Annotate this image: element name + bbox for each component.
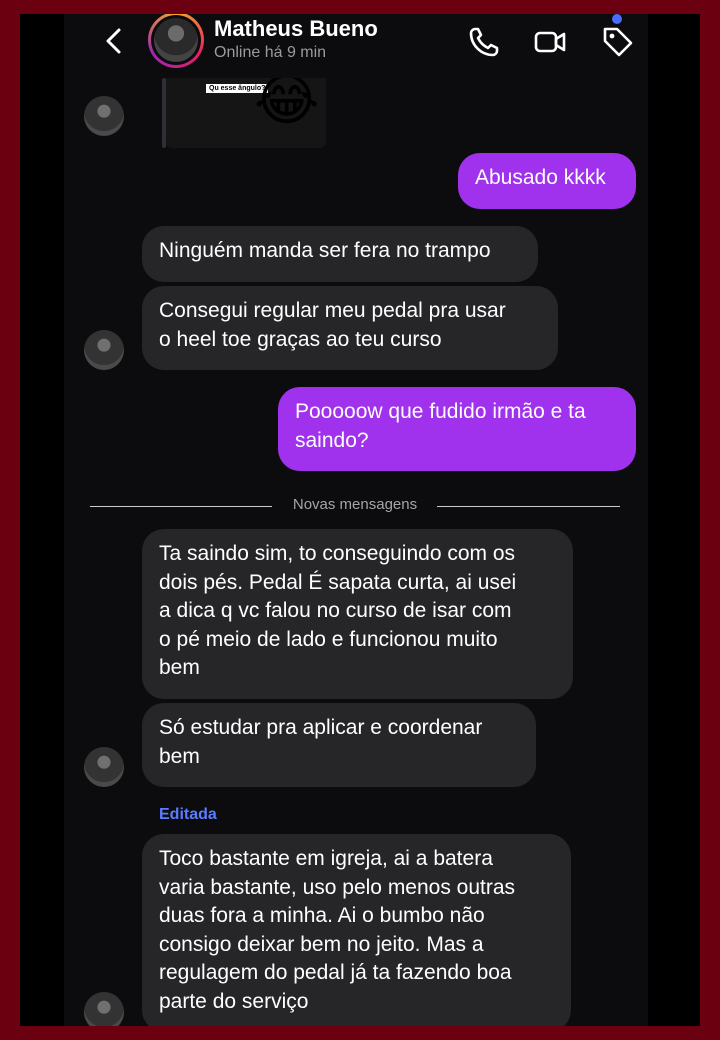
message-bubble-incoming[interactable]: Toco bastante em igreja, ai a batera var… [142, 834, 571, 1026]
message-bubble-outgoing[interactable]: Abusado kkkk [458, 153, 636, 209]
back-icon[interactable] [100, 26, 128, 56]
notification-dot [612, 14, 622, 24]
message-bubble-incoming[interactable]: Ninguém manda ser fera no trampo [142, 226, 538, 282]
avatar[interactable] [84, 992, 124, 1026]
contact-status: Online há 9 min [214, 44, 327, 61]
contact-avatar[interactable] [148, 14, 204, 68]
chat-header: Matheus Bueno Online há 9 min [64, 14, 648, 78]
phone-icon[interactable] [466, 24, 502, 60]
laughing-emoji: 😂 [254, 68, 320, 131]
video-icon[interactable] [532, 24, 568, 60]
message-bubble-outgoing[interactable]: Pooooow que fudido irmão e ta saindo? [278, 387, 636, 471]
divider-label: Novas mensagens [292, 496, 418, 513]
screenshot-frame: Qu esse ângulo? 😂 Abusado kkkk Ninguém m… [20, 14, 700, 1026]
tag-icon[interactable] [600, 24, 636, 60]
contact-name[interactable]: Matheus Bueno [214, 16, 378, 42]
message-bubble-incoming[interactable]: Só estudar pra aplicar e coordenar bem [142, 703, 536, 787]
message-bubble-incoming[interactable]: Consegui regular meu pedal pra usar o he… [142, 286, 558, 370]
edited-label: Editada [159, 806, 217, 823]
avatar[interactable] [84, 747, 124, 787]
new-messages-divider: Novas mensagens [90, 496, 620, 516]
avatar[interactable] [84, 330, 124, 370]
message-bubble-incoming[interactable]: Ta saindo sim, to conseguindo com os doi… [142, 529, 573, 699]
chat-screen: Qu esse ângulo? 😂 Abusado kkkk Ninguém m… [64, 14, 648, 1026]
avatar[interactable] [84, 96, 124, 136]
